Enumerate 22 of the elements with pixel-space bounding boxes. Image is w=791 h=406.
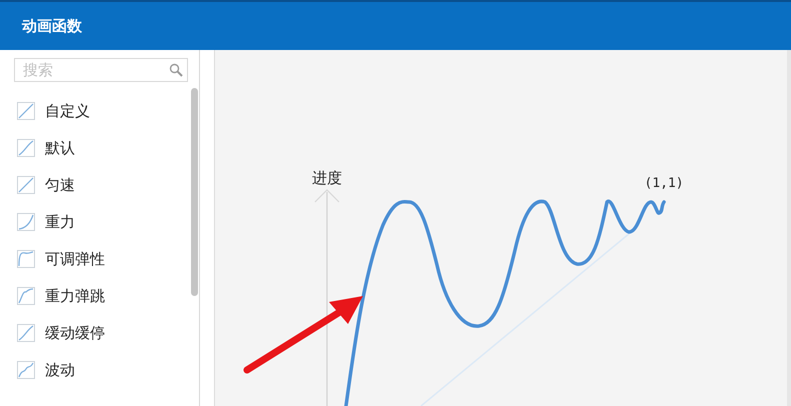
curve-icon [17,250,35,268]
easing-item[interactable]: 匀速 [17,174,199,196]
curve-icon [17,324,35,342]
search-field[interactable]: 搜索 [14,58,188,82]
end-point-label: (1,1) [644,176,684,191]
scrollbar[interactable] [191,88,198,296]
curve-icon [17,176,35,194]
easing-item[interactable]: 重力 [17,211,199,233]
easing-item[interactable]: 波动 [17,359,199,381]
easing-item[interactable]: 可调弹性 [17,248,199,270]
curve-icon [17,139,35,157]
window-title: 动画函数 [22,16,82,36]
curve-icon [17,213,35,231]
search-icon[interactable] [169,63,183,77]
easing-item[interactable]: 自定义 [17,100,199,122]
easing-item[interactable]: 缓动缓停 [17,322,199,344]
curve-icon [17,361,35,379]
axis-label: 进度 [312,169,342,187]
easing-item[interactable]: 默认 [17,137,199,159]
easing-item[interactable]: 重力弹跳 [17,285,199,307]
curve-icon [17,287,35,305]
curve-icon [17,102,35,120]
